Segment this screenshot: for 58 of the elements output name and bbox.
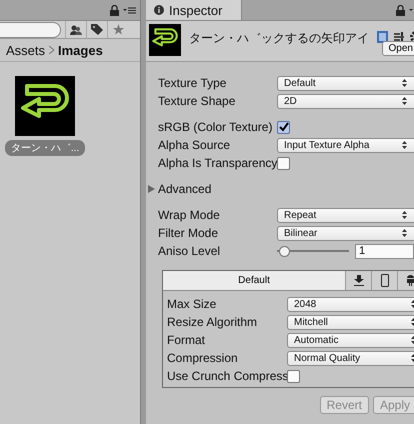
download-icon [354,275,364,286]
foldout[interactable]: Advanced [148,180,212,198]
collapsed-arrow-icon [148,185,155,193]
property-label: Use Crunch Compress [167,369,287,383]
property-label: Wrap Mode [158,208,221,222]
search-field[interactable] [0,22,61,38]
tag-icon[interactable] [91,24,103,35]
dropdown[interactable]: Input Texture Alpha [277,138,414,152]
star-icon[interactable] [112,24,124,35]
property-label: Alpha Is Transparency [158,156,277,170]
slider-thumb[interactable] [279,246,290,256]
property-label: Texture Type [158,76,228,90]
breadcrumb-item[interactable]: Images [58,42,103,58]
robot-icon [406,275,414,286]
people-icon[interactable] [70,24,82,34]
property-label: Compression [167,351,239,365]
dropdown-arrow-icon [402,229,407,237]
dropdown[interactable]: Repeat [277,208,414,222]
asset-name[interactable]: ターン・ハ゛... [4,140,86,156]
dropdown-arrow-icon [402,141,407,149]
property-label: Max Size [167,297,218,311]
info-icon [154,5,164,15]
texture-thumbnail [149,24,181,56]
dropdown[interactable]: Default [277,76,414,90]
property-label: Texture Shape [158,94,236,108]
platform-tab[interactable]: Default [163,271,345,290]
dropdown[interactable]: Automatic [287,332,414,348]
asset-title: ターン・ハ゛ックするの矢印アイ [189,30,369,47]
property-label: Resize Algorithm [167,315,258,329]
dropdown-arrow-icon [402,97,407,105]
dropdown[interactable]: 2D [277,94,414,108]
lock-icon[interactable] [110,4,119,16]
dropdown[interactable]: 2048 [287,296,414,312]
property-label: sRGB (Color Texture) [158,120,274,134]
phone-icon [380,274,388,287]
property-label: Aniso Level [158,244,222,258]
chevron-icon [49,46,54,54]
sliders-icon[interactable] [394,32,404,42]
platform-tab[interactable] [371,271,397,290]
dropdown-arrow-icon [402,211,407,219]
lock-icon[interactable] [396,4,405,16]
property-label: Alpha Source [158,138,232,152]
checkbox[interactable] [287,370,300,382]
property-label: Format [167,333,206,347]
menu-icon[interactable] [123,6,136,14]
dropdown[interactable]: Mitchell [287,314,414,330]
dropdown-arrow-icon [402,79,407,87]
open-button[interactable]: Open [382,41,414,56]
number-field[interactable]: 1 [355,244,414,258]
dropdown[interactable]: Bilinear [277,226,414,240]
checkbox[interactable] [277,120,290,134]
inspector-tab[interactable]: Inspector [146,0,242,20]
breadcrumb-item[interactable]: Assets [6,42,46,58]
asset-thumbnail [15,76,75,136]
property-label: Filter Mode [158,226,220,240]
platform-tab[interactable] [345,271,371,290]
checkbox[interactable] [277,156,290,170]
dropdown[interactable]: Normal Quality [287,350,414,366]
